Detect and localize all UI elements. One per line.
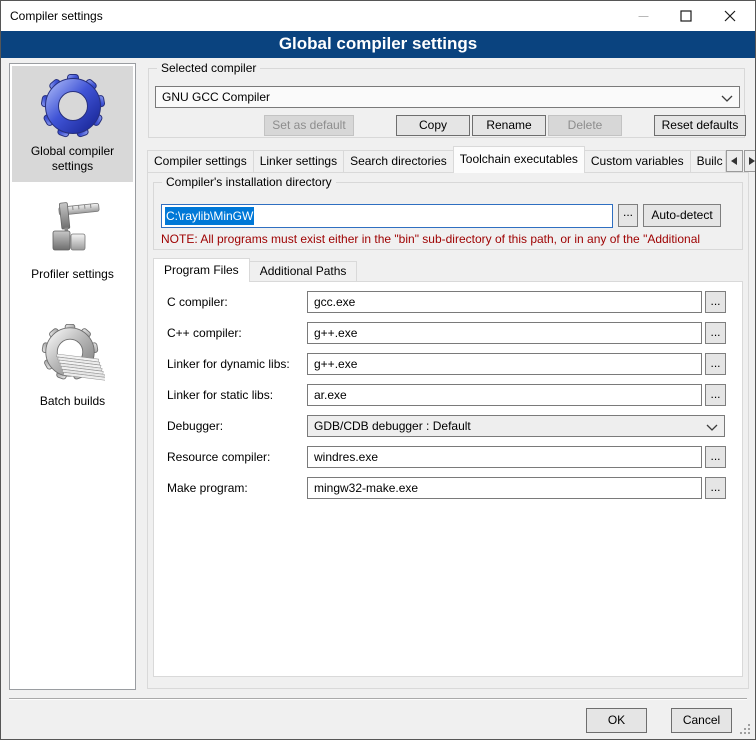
maximize-button[interactable] (663, 1, 708, 31)
settings-category-list: Global compiler settings Profiler settin… (9, 63, 136, 690)
blue-gear-icon (41, 74, 105, 138)
rename-button[interactable]: Rename (472, 115, 546, 136)
installation-directory-input[interactable]: C:\raylib\MinGW (161, 204, 613, 228)
minimize-icon (638, 11, 649, 22)
compiler-settings-dialog: Compiler settings Global compiler settin… (0, 0, 756, 740)
sidebar-item-global-compiler-settings[interactable]: Global compiler settings (12, 66, 133, 182)
compiler-options-tabbar: Compiler settings Linker settings Search… (147, 146, 756, 173)
resource-compiler-input[interactable]: windres.exe (307, 446, 702, 468)
minimize-button (621, 1, 666, 31)
close-icon (724, 10, 736, 22)
tab-scroll-right-button[interactable] (744, 150, 756, 172)
selected-compiler-group: Selected compiler GNU GCC Compiler Set a… (148, 68, 745, 138)
chevron-down-icon (706, 424, 718, 431)
tab-scroll-left-button[interactable] (726, 150, 743, 172)
tab-toolchain-executables[interactable]: Toolchain executables (453, 146, 585, 173)
tab-compiler-settings[interactable]: Compiler settings (147, 150, 254, 173)
window-title: Compiler settings (10, 1, 103, 31)
browse-directory-button[interactable]: ... (618, 204, 638, 227)
gear-stack-icon (41, 324, 105, 388)
tab-search-directories[interactable]: Search directories (343, 150, 454, 173)
executables-subtabbar: Program Files Additional Paths (153, 258, 356, 282)
dynamic-linker-browse-button[interactable]: ... (705, 353, 726, 375)
ok-button[interactable]: OK (586, 708, 647, 733)
subtab-program-files[interactable]: Program Files (153, 258, 250, 282)
debugger-select[interactable]: GDB/CDB debugger : Default (307, 415, 725, 437)
reset-defaults-button[interactable]: Reset defaults (654, 115, 746, 136)
program-files-page: C compiler: gcc.exe ... C++ compiler: g+… (153, 281, 743, 677)
page-title: Global compiler settings (1, 31, 755, 58)
tab-linker-settings[interactable]: Linker settings (253, 150, 344, 173)
resize-grip[interactable] (740, 724, 751, 735)
delete-button: Delete (548, 115, 622, 136)
selected-compiler-value: GNU GCC Compiler (162, 90, 270, 104)
maximize-icon (680, 10, 692, 22)
field-label: C compiler: (167, 291, 228, 313)
make-program-browse-button[interactable]: ... (705, 477, 726, 499)
static-linker-input[interactable]: ar.exe (307, 384, 702, 406)
field-label: Resource compiler: (167, 446, 270, 468)
tab-custom-variables[interactable]: Custom variables (584, 150, 691, 173)
triangle-right-icon (749, 157, 755, 165)
make-program-input[interactable]: mingw32-make.exe (307, 477, 702, 499)
note-text: NOTE: All programs must exist either in … (161, 232, 753, 246)
copy-button[interactable]: Copy (396, 115, 470, 136)
field-label: Linker for static libs: (167, 384, 273, 406)
auto-detect-button[interactable]: Auto-detect (643, 204, 721, 227)
c-compiler-browse-button[interactable]: ... (705, 291, 726, 313)
title-bar: Compiler settings (1, 1, 755, 31)
cancel-button[interactable]: Cancel (671, 708, 732, 733)
sidebar-item-label: Batch builds (40, 394, 105, 409)
debugger-value: GDB/CDB debugger : Default (314, 419, 471, 433)
field-label: Make program: (167, 477, 248, 499)
chevron-down-icon (721, 95, 733, 102)
dynamic-linker-input[interactable]: g++.exe (307, 353, 702, 375)
triangle-left-icon (731, 157, 737, 165)
field-label: Linker for dynamic libs: (167, 353, 290, 375)
set-as-default-button: Set as default (264, 115, 354, 136)
sidebar-item-label: Profiler settings (31, 267, 114, 282)
installation-directory-group-label: Compiler's installation directory (162, 175, 336, 190)
sidebar-item-label: Global compiler settings (12, 144, 133, 174)
tab-build-options[interactable]: Builc (690, 150, 726, 173)
caliper-icon (41, 197, 105, 261)
selected-compiler-group-label: Selected compiler (157, 61, 260, 76)
field-label: Debugger: (167, 415, 223, 437)
close-button[interactable] (707, 1, 752, 31)
c-compiler-input[interactable]: gcc.exe (307, 291, 702, 313)
resource-compiler-browse-button[interactable]: ... (705, 446, 726, 468)
sidebar-item-batch-builds[interactable]: Batch builds (12, 304, 133, 428)
selected-compiler-combobox[interactable]: GNU GCC Compiler (155, 86, 740, 108)
field-label: C++ compiler: (167, 322, 242, 344)
sidebar-item-profiler-settings[interactable]: Profiler settings (12, 184, 133, 294)
cpp-compiler-browse-button[interactable]: ... (705, 322, 726, 344)
static-linker-browse-button[interactable]: ... (705, 384, 726, 406)
subtab-additional-paths[interactable]: Additional Paths (249, 261, 358, 282)
footer-divider (9, 698, 747, 700)
installation-directory-value: C:\raylib\MinGW (165, 207, 254, 225)
cpp-compiler-input[interactable]: g++.exe (307, 322, 702, 344)
